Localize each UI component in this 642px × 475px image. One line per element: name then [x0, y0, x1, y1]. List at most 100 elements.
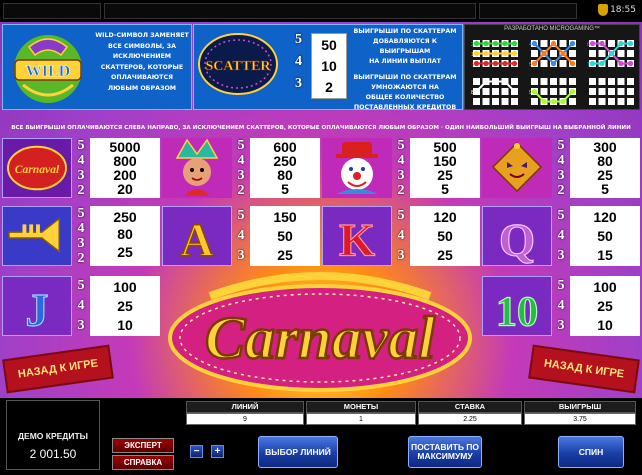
back-to-game-button-right[interactable]: НАЗАД К ИГРЕ	[528, 344, 640, 394]
count: 4	[557, 152, 565, 168]
payline-grid-cell	[598, 78, 606, 85]
payline-grid-cell	[492, 98, 499, 105]
count: 4	[397, 228, 405, 243]
coins-value: 1	[306, 413, 416, 425]
wild-description: WILD-СИМВОЛ ЗАМЕНЯЕТ ВСЕ СИМВОЛЫ, ЗА ИСК…	[91, 31, 193, 94]
paylines-diagram: 1 2 3 4 5 6 7 8 9	[471, 40, 634, 105]
payline-grid-cell	[540, 78, 548, 85]
pay-cell-clown: 5 4 3 2 500 150 25 5	[322, 138, 482, 198]
count: 3	[397, 248, 405, 263]
count: 2	[557, 182, 565, 198]
count: 5	[557, 208, 565, 223]
count: 5	[557, 137, 565, 153]
scatter-desc-line: ОБЩЕЕ КОЛИЧЕСТВО	[365, 94, 445, 101]
ten-symbol-icon: 10	[482, 276, 552, 336]
svg-text:SCATTER: SCATTER	[205, 59, 271, 74]
count: 2	[237, 182, 245, 198]
count: 4	[397, 152, 405, 168]
back-to-game-button-left[interactable]: НАЗАД К ИГРЕ	[2, 344, 114, 394]
pay-value: 80	[117, 226, 133, 243]
payline-dot	[550, 98, 557, 105]
lines-label: ЛИНИЙ	[186, 401, 304, 413]
pay-cell-jack: J 5 4 3 100 25 10	[2, 276, 162, 336]
count: 5	[397, 137, 405, 153]
queen-symbol-icon: Q	[482, 206, 552, 266]
scatter-count: 4	[295, 54, 302, 69]
payline-grid-cell	[492, 88, 499, 95]
payline-grid-cell	[559, 60, 567, 67]
svg-text:WILD: WILD	[26, 63, 70, 80]
pay-value: 5	[601, 181, 609, 197]
top-bar-message-area	[104, 3, 476, 19]
spin-button[interactable]: СПИН	[558, 436, 624, 468]
wild-desc-line: ОПЛАЧИВАЮТСЯ	[111, 74, 173, 81]
pay-value: 600	[273, 139, 297, 155]
payline-dot	[560, 50, 566, 57]
payline-dot	[502, 78, 508, 85]
payline-grid-cell	[569, 78, 576, 85]
pay-value: 250	[273, 153, 297, 169]
symbol-pays: 100 25 10	[570, 276, 640, 336]
count: 3	[237, 248, 245, 263]
pay-value: 25	[597, 167, 613, 183]
svg-text:Carnaval: Carnaval	[205, 305, 435, 371]
paytable-screen: WILD WILD-СИМВОЛ ЗАМЕНЯЕТ ВСЕ СИМВОЛЫ, З…	[0, 22, 642, 398]
pay-cell-trumpet: 5 4 3 2 250 80 25	[2, 206, 162, 266]
svg-text:K: K	[339, 215, 375, 266]
pay-value: 300	[593, 139, 617, 155]
battery-icon	[598, 4, 608, 16]
pay-value: 25	[117, 243, 133, 260]
payline-label: 4	[529, 42, 532, 48]
minus-button[interactable]: −	[190, 445, 203, 458]
payline-label: 6	[587, 42, 590, 48]
scatter-panel: SCATTER 5 4 3 50 10 2 ВЫИГРЫШИ ПО СКАТТЕ…	[193, 24, 463, 111]
top-bar-segment	[3, 3, 101, 19]
svg-text:10: 10	[496, 288, 539, 335]
help-button[interactable]: СПРАВКА	[112, 455, 174, 470]
count: 2	[397, 182, 405, 198]
payline-label: 3	[471, 62, 474, 68]
jack-symbol-icon: J	[2, 276, 72, 336]
scatter-desc-line: ПОСТАВЛЕННЫХ КРЕДИТОВ	[353, 104, 457, 111]
pay-value: 10	[117, 316, 133, 333]
payline-grid-cell	[531, 98, 538, 105]
payline-grid-cell	[589, 88, 596, 95]
payline-dot	[502, 50, 508, 57]
count: 3	[77, 235, 85, 251]
expert-button[interactable]: ЭКСПЕРТ	[112, 438, 174, 453]
pay-value: 80	[277, 167, 293, 183]
svg-text:Q: Q	[499, 215, 535, 266]
symbol-counts: 5 4 3	[554, 206, 568, 266]
payline-grid-cell	[589, 98, 596, 105]
payline-dot	[483, 50, 489, 57]
bet-max-button[interactable]: ПОСТАВИТЬ ПО МАКСИМУМУ	[408, 436, 482, 468]
wild-desc-line: ВСЕ СИМВОЛЫ, ЗА	[108, 42, 176, 50]
payline-grid-cell	[589, 50, 596, 57]
payline-grid-cell	[627, 88, 634, 95]
payline-grid-cell	[473, 78, 480, 85]
payline-grid-cell	[617, 78, 625, 85]
payline-dot	[627, 40, 634, 47]
payline-grid-cell	[627, 50, 634, 57]
coins-label: МОНЕТЫ	[306, 401, 416, 413]
symbol-counts: 5 4 3 2	[394, 138, 408, 198]
payline-grid-cell	[617, 98, 625, 105]
count: 2	[77, 182, 85, 198]
dancer-icon	[162, 138, 232, 198]
payline-grid-cell	[473, 98, 480, 105]
symbol-counts: 5 4 3	[234, 206, 248, 266]
symbol-pays: 300 80 25 5	[570, 138, 640, 198]
payline-dot	[569, 88, 576, 95]
payline-grid-cell	[531, 50, 538, 57]
paylines-panel: РАЗРАБОТАНО MICROGAMING™ 1 2 3 4 5 6 7 8 9	[464, 24, 640, 110]
symbol-counts: 5 4 3	[554, 276, 568, 336]
select-lines-button[interactable]: ВЫБОР ЛИНИЙ	[258, 436, 338, 468]
plus-button[interactable]: +	[211, 445, 224, 458]
payline-grid-cell	[540, 88, 548, 95]
payline-dot	[502, 60, 508, 67]
scatter-desc-line: ДОБАВЛЯЮТСЯ К ВЫИГРЫШАМ	[372, 38, 437, 55]
payline-dot	[560, 98, 566, 105]
payline-label: 2	[471, 42, 474, 48]
pay-value: 250	[113, 208, 137, 225]
payline-dot	[492, 78, 499, 85]
